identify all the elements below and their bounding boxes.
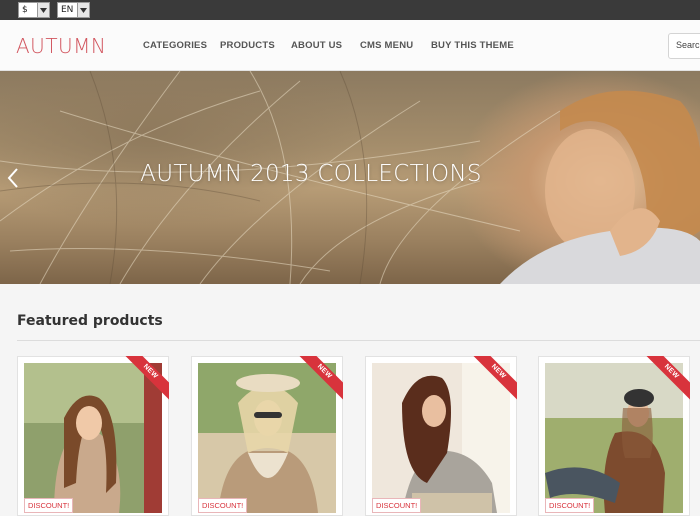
new-badge: NEW	[123, 356, 169, 401]
nav-categories[interactable]: CATEGORIES	[143, 40, 207, 51]
new-badge: NEW	[644, 356, 690, 401]
chevron-down-icon	[37, 3, 49, 17]
new-ribbon: NEW	[644, 356, 690, 402]
chevron-down-icon	[77, 3, 89, 17]
new-ribbon: NEW	[297, 356, 343, 402]
nav-cms-menu[interactable]: CMS MENU	[360, 40, 413, 51]
hero-slider: AUTUMN 2013 COLLECTIONS	[0, 71, 700, 284]
product-card[interactable]: DISCOUNT! NEW	[191, 356, 343, 516]
new-ribbon: NEW	[123, 356, 169, 402]
new-ribbon: NEW	[471, 356, 517, 402]
discount-tag: DISCOUNT!	[198, 498, 248, 513]
featured-products-heading: Featured products	[17, 313, 163, 329]
product-card[interactable]: DISCOUNT! NEW	[538, 356, 690, 516]
product-card[interactable]: DISCOUNT! NEW	[365, 356, 517, 516]
currency-select[interactable]: $	[18, 2, 50, 18]
product-card[interactable]: DISCOUNT! NEW	[17, 356, 169, 516]
site-logo[interactable]: AUTUMN	[16, 34, 106, 58]
nav-products[interactable]: PRODUCTS	[220, 40, 275, 51]
currency-value: $	[22, 5, 28, 15]
section-divider	[17, 340, 700, 341]
new-badge: NEW	[297, 356, 343, 401]
discount-tag: DISCOUNT!	[372, 498, 422, 513]
discount-tag: DISCOUNT!	[24, 498, 74, 513]
top-utility-bar: $ EN	[0, 0, 700, 20]
hero-title: AUTUMN 2013 COLLECTIONS	[140, 161, 482, 187]
discount-tag: DISCOUNT!	[545, 498, 595, 513]
new-badge: NEW	[471, 356, 517, 401]
search-input[interactable]: Search	[668, 33, 700, 59]
language-select[interactable]: EN	[57, 2, 90, 18]
nav-about-us[interactable]: ABOUT US	[291, 40, 342, 51]
language-value: EN	[61, 5, 74, 15]
site-header: AUTUMN CATEGORIES PRODUCTS ABOUT US CMS …	[0, 20, 700, 71]
nav-buy-this-theme[interactable]: BUY THIS THEME	[431, 40, 514, 51]
